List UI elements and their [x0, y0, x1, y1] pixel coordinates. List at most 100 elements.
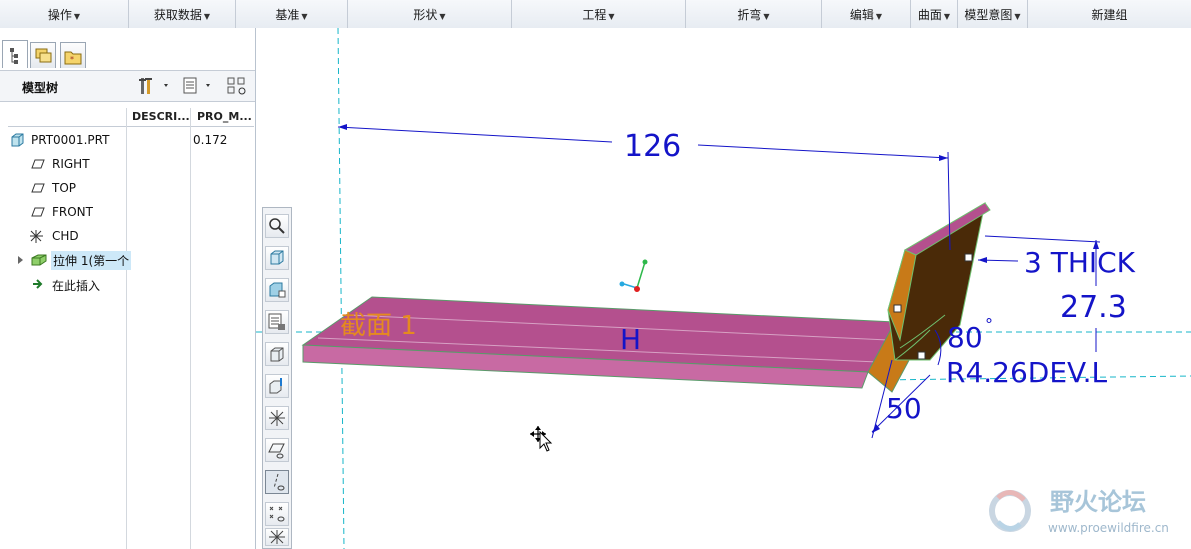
drag-handle[interactable]	[964, 253, 973, 262]
caret-down-icon: ▼	[301, 12, 308, 21]
cube-shaded-icon	[269, 282, 286, 298]
cube-spin-icon	[269, 378, 282, 394]
dim-arrow	[978, 257, 987, 263]
drag-handle[interactable]	[917, 351, 926, 360]
tree-item-right[interactable]: RIGHT	[0, 153, 254, 175]
ribbon-group-label: 形状	[413, 8, 438, 22]
datum-plane-icon	[31, 159, 45, 169]
ribbon-group-operations[interactable]: 操作 ▼	[0, 0, 129, 28]
show-list-icon[interactable]	[182, 76, 210, 96]
caret-down-icon: ▼	[608, 12, 615, 21]
navigator-panel: * 模型树 DESCRI... PRO_M... PRT0001.PRT 0.1…	[0, 28, 256, 549]
caret-down-icon: ▼	[875, 12, 883, 21]
ribbon-group-label: 折弯	[737, 8, 762, 22]
tree-item-label: FRONT	[52, 205, 93, 219]
ribbon-group-label: 基准	[275, 8, 300, 22]
drag-handle[interactable]	[893, 304, 902, 313]
dim-extension-line	[984, 235, 1101, 243]
tree-item-insert-here[interactable]: 在此插入	[0, 273, 254, 295]
ribbon-group-label: 新建组	[1091, 8, 1128, 22]
tab-model-tree[interactable]	[2, 40, 28, 68]
saved-views-button[interactable]	[265, 310, 289, 334]
tree-item-label: RIGHT	[52, 157, 90, 171]
tree-item-top[interactable]: TOP	[0, 177, 254, 199]
ribbon-group-surfaces[interactable]: 曲面 ▼	[911, 0, 958, 28]
cube-icon	[270, 250, 284, 265]
expand-arrow-icon[interactable]	[16, 253, 26, 267]
tree-item-front[interactable]: FRONT	[0, 201, 254, 223]
refit-button[interactable]	[265, 246, 289, 270]
plane-display-icon	[268, 443, 285, 459]
svg-text:*: *	[70, 55, 74, 64]
ribbon-group-datum[interactable]: 基准 ▼	[236, 0, 348, 28]
tree-item-part[interactable]: PRT0001.PRT 0.172	[0, 129, 254, 151]
settings-tools-icon[interactable]	[138, 76, 168, 96]
dim-line	[337, 126, 613, 143]
caret-down-icon: ▼	[943, 12, 951, 21]
graphics-window[interactable]: 126 3 THICK 27.3 80 ° R4.26DEV.L 50 截面 1…	[256, 28, 1191, 549]
csys-y-dot	[642, 259, 648, 265]
section-label[interactable]: 截面 1	[340, 311, 417, 341]
caret-down-icon: ▼	[1014, 12, 1021, 21]
bend-radius-note[interactable]: R4.26DEV.L	[946, 356, 1107, 389]
csys-y-axis	[636, 261, 646, 289]
move-cursor-icon	[530, 426, 553, 452]
csys-display-icon	[269, 410, 285, 426]
favorites-folder-icon: *	[64, 51, 82, 65]
csys-display-button[interactable]	[265, 406, 289, 430]
ribbon-group-engineering[interactable]: 工程 ▼	[512, 0, 686, 28]
display-style-button[interactable]	[265, 278, 289, 302]
datum-plane-icon	[31, 183, 45, 193]
dimension-width[interactable]: 126	[624, 129, 681, 164]
column-pro-mp[interactable]: PRO_M...	[197, 110, 252, 123]
tree-item-label: 在此插入	[52, 279, 101, 293]
point-display-icon	[269, 506, 285, 522]
zoom-button[interactable]	[265, 214, 289, 238]
plane-display-button[interactable]	[265, 438, 289, 462]
model-tree-column-header: DESCRI... PRO_M...	[8, 108, 254, 127]
dimension-offset[interactable]: 50	[886, 392, 922, 425]
ribbon-group-shapes[interactable]: 形状 ▼	[348, 0, 512, 28]
tree-filter-icon[interactable]	[226, 76, 246, 96]
datum-line-vertical	[337, 28, 345, 549]
tree-item-label: PRT0001.PRT	[31, 133, 110, 147]
forum-logo-icon: 野火论坛 www.proewildfire.cn	[989, 488, 1169, 535]
ribbon-group-label: 工程	[582, 8, 607, 22]
spin-center-button[interactable]	[265, 374, 289, 398]
tree-item-csys[interactable]: CHD	[0, 225, 254, 247]
cube-orient-icon	[270, 347, 284, 362]
dim-line	[697, 144, 949, 159]
tab-favorites[interactable]: *	[60, 42, 86, 68]
caret-down-icon: ▼	[439, 12, 446, 21]
axis-display-icon	[273, 473, 285, 491]
tree-item-extrude[interactable]: 拉伸 1(第一个	[0, 249, 254, 271]
ribbon-group-model-intent[interactable]: 模型意图 ▼	[958, 0, 1028, 28]
tree-item-label: 拉伸 1(第一个	[51, 251, 132, 270]
ribbon-group-get-data[interactable]: 获取数据 ▼	[129, 0, 236, 28]
csys-origin	[634, 286, 640, 292]
ribbon-group-new-group[interactable]: 新建组	[1028, 0, 1191, 28]
csys-display-toggle[interactable]	[265, 528, 289, 546]
ribbon-group-bar: 操作 ▼ 获取数据 ▼ 基准 ▼ 形状 ▼ 工程 ▼ 折弯 ▼ 编辑 ▼ 曲面 ▼ 模型意图 ▼ …	[0, 0, 1191, 29]
model-tree-header: 模型树	[0, 70, 255, 102]
coordinate-system-icon	[30, 230, 43, 243]
view-manager-icon	[268, 313, 285, 330]
thickness-note[interactable]: 3 THICK	[1024, 246, 1136, 279]
dimension-angle[interactable]: 80	[947, 321, 983, 354]
model-viewport[interactable]: 126 3 THICK 27.3 80 ° R4.26DEV.L 50 截面 1…	[256, 28, 1191, 549]
degree-symbol: °	[985, 315, 993, 334]
ribbon-group-edit[interactable]: 编辑 ▼	[822, 0, 911, 28]
ribbon-group-bend[interactable]: 折弯 ▼	[686, 0, 822, 28]
tab-layers[interactable]	[30, 42, 56, 68]
view-orientation-button[interactable]	[265, 342, 289, 366]
column-description[interactable]: DESCRI...	[132, 110, 190, 123]
point-display-button[interactable]	[265, 502, 289, 526]
tree-item-label: CHD	[52, 229, 79, 243]
datum-plane-icon	[31, 207, 45, 217]
axis-display-button[interactable]	[265, 470, 289, 494]
dimension-height[interactable]: 27.3	[1060, 290, 1127, 325]
tree-item-label: TOP	[52, 181, 77, 195]
extrude-feature-icon	[31, 254, 47, 266]
horizontal-constraint-label[interactable]: H	[620, 323, 641, 356]
navigator-tabs: *	[0, 40, 256, 70]
